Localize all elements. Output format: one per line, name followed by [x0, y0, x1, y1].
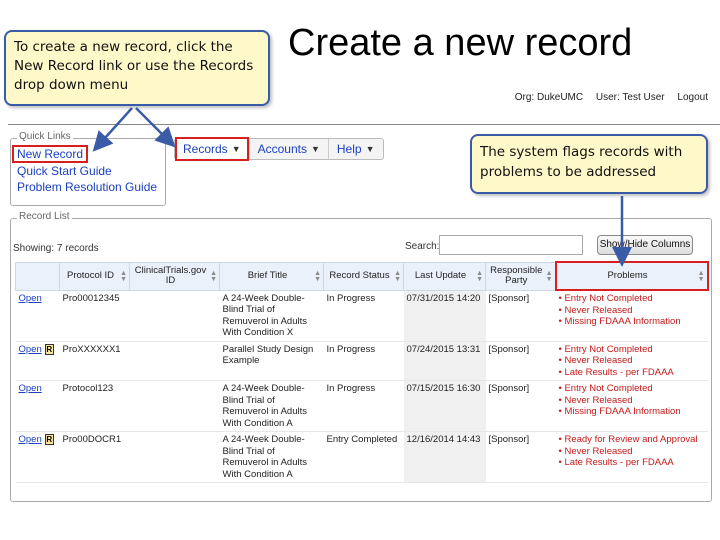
table-row: Open Pro00012345 A 24-Week Double-Blind … — [15, 290, 708, 342]
protocol-id-cell: Pro00012345 — [59, 290, 130, 342]
sort-icon: ▲ ▼ — [210, 269, 217, 283]
callout-problems: The system flags records with problems t… — [470, 134, 708, 194]
open-record-link[interactable]: Open — [19, 383, 42, 394]
problem-item: • Late Results - per FDAAA — [558, 366, 674, 378]
caret-down-icon: ▼ — [310, 144, 320, 154]
top-divider — [8, 124, 720, 125]
column-header-record-status[interactable]: Record Status ▲ ▼ — [323, 261, 404, 291]
search-input[interactable] — [439, 235, 583, 255]
column-header-problems[interactable]: Problems ▲ ▼ — [554, 261, 709, 291]
column-header-responsible-party[interactable]: Responsible Party ▲ ▼ — [485, 261, 556, 291]
release-icon[interactable]: R — [44, 343, 54, 355]
last-update-cell: 12/16/2014 14:43 — [403, 431, 486, 483]
caret-down-icon: ▼ — [365, 144, 375, 154]
column-header-brief-title[interactable]: Brief Title ▲ ▼ — [219, 261, 324, 291]
quick-start-guide-link[interactable]: Quick Start Guide — [17, 163, 159, 179]
user-bar: Org: DukeUMC User: Test User Logout — [505, 92, 708, 103]
open-record-link[interactable]: Open — [19, 293, 42, 304]
new-record-link[interactable]: New Record — [12, 145, 89, 163]
brief-title-cell: A 24-Week Double-Blind Trial of Remuvero… — [219, 380, 324, 432]
table-row: Open R Pro00DOCR1 A 24-Week Double-Blind … — [15, 431, 708, 483]
sort-icon: ▲ ▼ — [697, 270, 705, 283]
quick-links-legend: Quick Links — [17, 131, 73, 142]
record-status-cell: Entry Completed — [323, 431, 404, 483]
main-menu-bar: Records ▼ Accounts ▼ Help ▼ — [174, 137, 384, 161]
slide-title: Create a new record — [288, 22, 633, 64]
table-header-row: Protocol ID ▲ ▼ ClinicalTrials.gov ID ▲ ▼ Br… — [15, 261, 709, 291]
problems-cell: • Entry Not Completed • Never Released •… — [555, 380, 708, 432]
last-update-cell: 07/15/2015 16:30 — [403, 380, 486, 432]
last-update-cell: 07/31/2015 14:20 — [403, 290, 486, 342]
responsible-party-cell: [Sponsor] — [485, 290, 556, 342]
column-header-last-update[interactable]: Last Update ▲ ▼ — [403, 261, 486, 291]
problem-item: • Missing FDAAA Information — [558, 406, 681, 417]
user-label: User: Test User — [595, 92, 665, 103]
caret-down-icon: ▼ — [231, 144, 241, 154]
record-table: Protocol ID ▲ ▼ ClinicalTrials.gov ID ▲ ▼ Br… — [15, 261, 709, 483]
menu-records[interactable]: Records ▼ — [175, 137, 249, 161]
open-record-link[interactable]: Open — [19, 434, 42, 445]
record-status-cell: In Progress — [323, 341, 404, 381]
callout-new-record: To create a new record, click the New Re… — [4, 30, 270, 106]
problem-item: • Ready for Review and Approval — [558, 434, 698, 445]
open-record-link[interactable]: Open — [19, 344, 42, 355]
protocol-id-cell: ProXXXXXX1 — [59, 341, 130, 381]
brief-title-cell: A 24-Week Double-Blind Trial of Remuvero… — [219, 290, 324, 342]
record-count: Showing: 7 records — [13, 243, 99, 254]
problem-item: • Entry Not Completed — [558, 383, 653, 394]
record-list-panel: Record List Showing: 7 records Search: S… — [10, 211, 712, 502]
sort-icon: ▲ ▼ — [545, 269, 553, 283]
ct-id-cell — [129, 341, 220, 381]
sort-icon: ▲ ▼ — [314, 269, 321, 283]
table-row: Open Protocol123 A 24-Week Double-Blind … — [15, 380, 708, 432]
sort-icon: ▲ ▼ — [476, 269, 483, 283]
quick-links-panel: Quick Links New Record Quick Start Guide… — [10, 131, 166, 206]
record-status-cell: In Progress — [323, 290, 404, 342]
protocol-id-cell: Pro00DOCR1 — [59, 431, 130, 483]
responsible-party-cell: [Sponsor] — [485, 341, 556, 381]
problem-item: • Never Released — [558, 355, 633, 366]
problem-item: • Late Results - per FDAAA — [558, 457, 674, 468]
release-icon[interactable]: R — [44, 434, 54, 445]
problem-item: • Never Released — [558, 394, 633, 406]
problem-item: • Never Released — [558, 445, 633, 457]
problem-item: • Missing FDAAA Information — [558, 316, 681, 327]
brief-title-cell: Parallel Study Design Example — [219, 341, 324, 381]
problems-cell: • Ready for Review and Approval • Never … — [555, 431, 708, 483]
responsible-party-cell: [Sponsor] — [485, 431, 556, 483]
sort-icon: ▲ ▼ — [394, 269, 401, 283]
ct-id-cell — [129, 290, 220, 342]
problem-item: • Never Released — [558, 304, 633, 316]
ct-id-cell — [129, 431, 220, 483]
column-header-ct-id[interactable]: ClinicalTrials.gov ID ▲ ▼ — [129, 261, 220, 291]
brief-title-cell: A 24-Week Double-Blind Trial of Remuvero… — [219, 431, 324, 483]
record-list-legend: Record List — [17, 211, 72, 222]
show-hide-columns-button[interactable]: Show/Hide Columns — [597, 235, 693, 255]
org-label: Org: DukeUMC — [514, 92, 584, 103]
column-header-action — [15, 261, 60, 291]
ct-id-cell — [129, 380, 220, 432]
problem-resolution-guide-link[interactable]: Problem Resolution Guide — [17, 179, 159, 195]
problem-item: • Entry Not Completed — [558, 293, 653, 304]
record-status-cell: In Progress — [323, 380, 404, 432]
problems-cell: • Entry Not Completed • Never Released •… — [555, 290, 708, 342]
last-update-cell: 07/24/2015 13:31 — [403, 341, 486, 381]
responsible-party-cell: [Sponsor] — [485, 380, 556, 432]
table-row: Open R ProXXXXXX1 Parallel Study Design E… — [15, 341, 708, 381]
menu-accounts[interactable]: Accounts ▼ — [248, 139, 328, 159]
protocol-id-cell: Protocol123 — [59, 380, 130, 432]
logout-link[interactable]: Logout — [677, 92, 708, 103]
problem-item: • Entry Not Completed — [558, 343, 653, 355]
sort-icon: ▲ ▼ — [120, 269, 127, 283]
menu-help[interactable]: Help ▼ — [327, 139, 383, 159]
problems-cell: • Entry Not Completed • Never Released •… — [555, 341, 708, 381]
column-header-protocol-id[interactable]: Protocol ID ▲ ▼ — [59, 261, 130, 291]
search-label: Search: — [405, 241, 440, 252]
